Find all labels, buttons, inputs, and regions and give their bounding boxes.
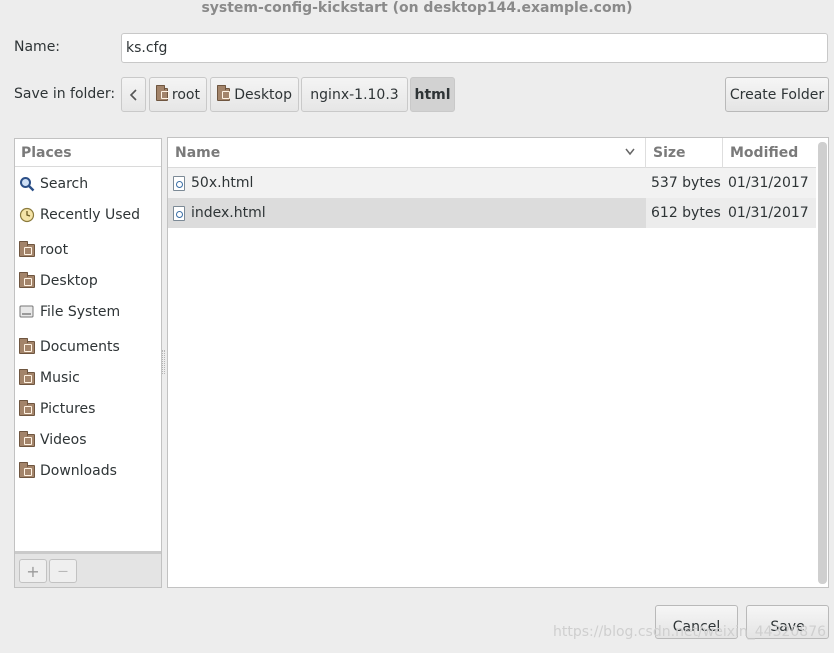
place-root-label: root (40, 242, 69, 258)
place-videos-label: Videos (40, 432, 87, 448)
name-label: Name: (14, 39, 61, 55)
pane-resize-handle[interactable] (162, 350, 165, 374)
breadcrumb-nginx[interactable]: nginx-1.10.3 (301, 77, 408, 112)
file-list-header: Name Size Modified (168, 138, 816, 168)
column-modified-label: Modified (730, 145, 799, 161)
breadcrumb-html[interactable]: html (410, 77, 455, 112)
column-name[interactable]: Name (168, 138, 646, 168)
place-desktop-label: Desktop (40, 273, 98, 289)
places-header: Places (15, 139, 161, 167)
search-icon (20, 177, 35, 192)
column-modified[interactable]: Modified (723, 138, 816, 168)
watermark-text: https://blog.csdn.net/weixin_44320876 (553, 624, 827, 640)
file-size: 612 bytes (651, 205, 721, 221)
place-file-system[interactable]: File System (19, 301, 120, 323)
remove-bookmark-button[interactable]: — (49, 559, 77, 583)
home-folder-icon (19, 240, 35, 257)
place-documents[interactable]: Documents (19, 336, 120, 358)
file-size: 537 bytes (651, 175, 721, 191)
home-folder-icon (156, 85, 169, 101)
recent-clock-icon (19, 207, 35, 223)
drive-icon (19, 305, 34, 318)
file-row[interactable]: 50x.html 537 bytes 01/31/2017 (168, 168, 816, 198)
places-sidebar: Places Search Recently Used root Desktop… (14, 138, 162, 588)
file-name-cell: index.html (173, 198, 266, 228)
place-recently-used[interactable]: Recently Used (19, 204, 140, 226)
breadcrumb-root[interactable]: root (149, 77, 207, 112)
filename-input[interactable]: ks.cfg (121, 33, 828, 63)
place-music[interactable]: Music (19, 367, 80, 389)
breadcrumb-html-label: html (414, 86, 451, 103)
pictures-folder-icon (19, 399, 35, 416)
create-folder-button[interactable]: Create Folder (725, 77, 829, 112)
breadcrumb-root-label: root (171, 86, 200, 103)
desktop-folder-icon (217, 85, 231, 101)
place-root[interactable]: root (19, 239, 68, 261)
vertical-scrollbar[interactable] (818, 142, 827, 584)
breadcrumb-nginx-label: nginx-1.10.3 (310, 86, 399, 103)
places-toolbar: + — (15, 551, 161, 587)
place-recently-used-label: Recently Used (40, 207, 141, 223)
place-search-label: Search (40, 176, 89, 192)
html-file-icon (173, 175, 185, 191)
place-file-system-label: File System (40, 304, 121, 320)
sort-descending-icon (625, 148, 635, 156)
chevron-left-icon (129, 88, 137, 101)
place-pictures-label: Pictures (40, 401, 96, 417)
documents-folder-icon (19, 337, 35, 354)
file-name: 50x.html (191, 175, 254, 191)
column-name-label: Name (175, 145, 221, 161)
window-title: system-config-kickstart (on desktop144.e… (201, 0, 633, 16)
videos-folder-icon (19, 430, 35, 447)
place-desktop[interactable]: Desktop (19, 270, 98, 292)
place-downloads[interactable]: Downloads (19, 460, 117, 482)
downloads-folder-icon (19, 461, 35, 478)
file-modified: 01/31/2017 (728, 175, 809, 191)
place-videos[interactable]: Videos (19, 429, 87, 451)
place-music-label: Music (40, 370, 80, 386)
place-documents-label: Documents (40, 339, 120, 355)
html-file-icon (173, 205, 185, 221)
file-name: index.html (191, 205, 266, 221)
file-row[interactable]: index.html 612 bytes 01/31/2017 (168, 198, 816, 228)
column-size[interactable]: Size (646, 138, 723, 168)
path-back-button[interactable] (121, 77, 146, 112)
column-size-label: Size (653, 145, 686, 161)
desktop-folder-icon (19, 271, 35, 288)
breadcrumb-desktop[interactable]: Desktop (210, 77, 299, 112)
file-name-cell: 50x.html (173, 168, 253, 198)
save-in-folder-label: Save in folder: (14, 86, 116, 102)
place-pictures[interactable]: Pictures (19, 398, 95, 420)
place-search[interactable]: Search (19, 173, 88, 195)
place-downloads-label: Downloads (40, 463, 117, 479)
file-list: Name Size Modified 50x.html 537 bytes 01… (167, 137, 829, 588)
file-modified: 01/31/2017 (728, 205, 809, 221)
breadcrumb-desktop-label: Desktop (234, 86, 292, 103)
music-folder-icon (19, 368, 35, 385)
add-bookmark-button[interactable]: + (19, 559, 47, 583)
